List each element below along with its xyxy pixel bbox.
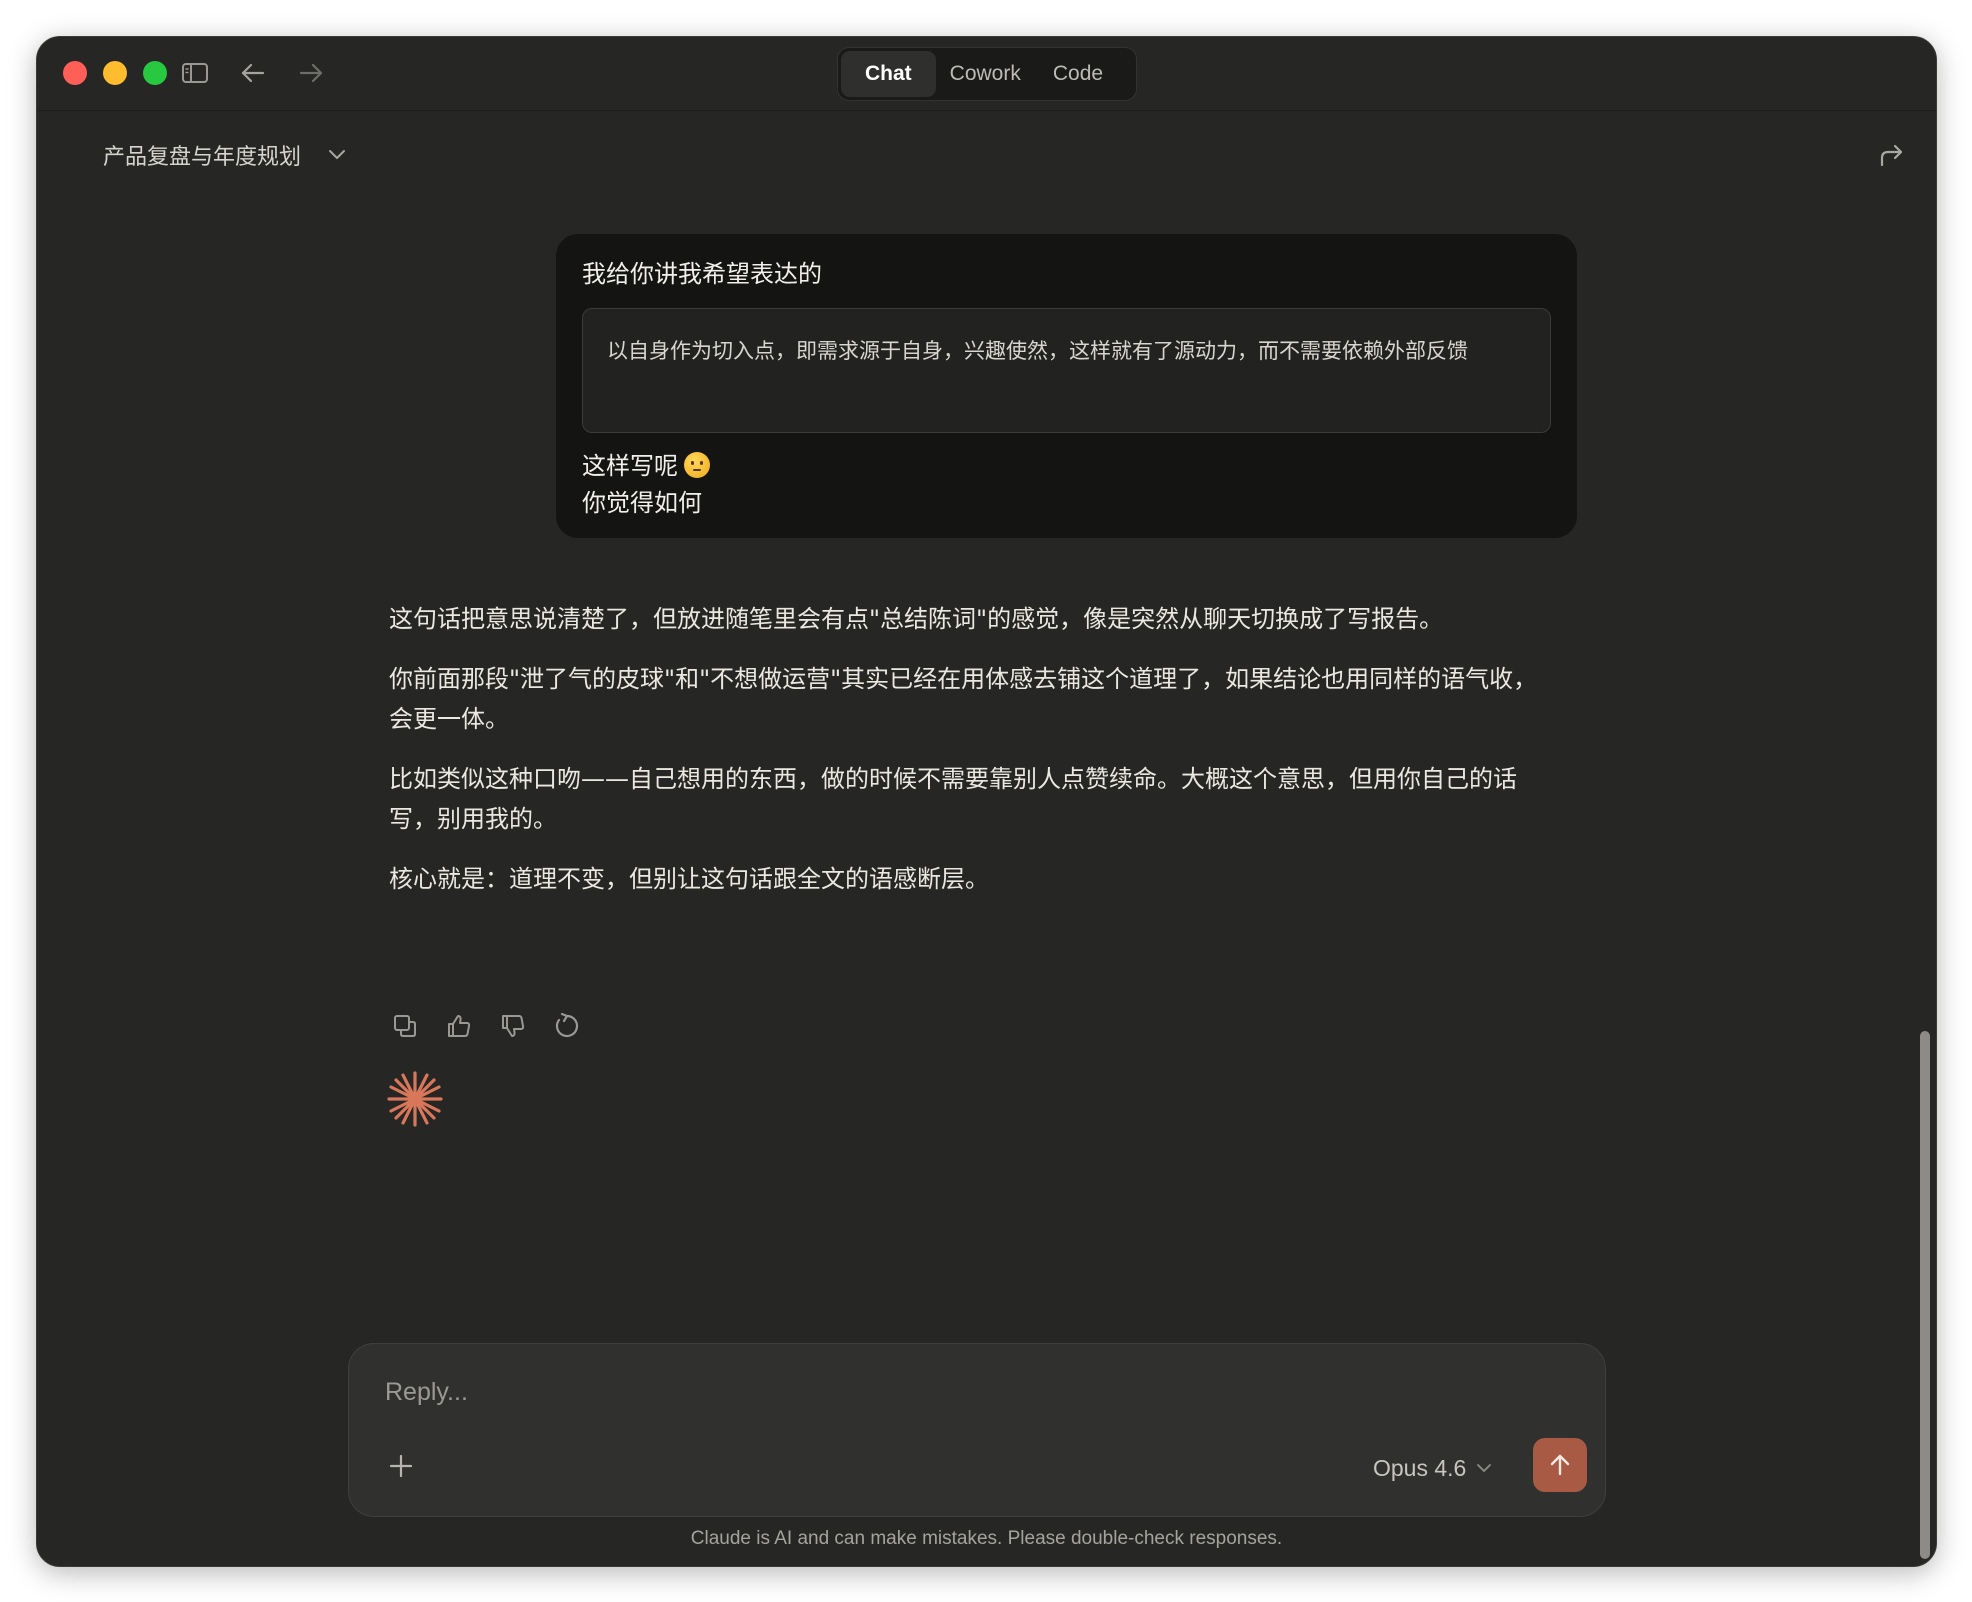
claude-spark-icon <box>385 1069 445 1129</box>
reply-input[interactable] <box>383 1370 1483 1414</box>
send-button[interactable] <box>1533 1438 1587 1492</box>
copy-icon[interactable] <box>385 1006 425 1046</box>
assistant-paragraph: 比如类似这种口吻——自己想用的东西，做的时候不需要靠别人点赞续命。大概这个意思，… <box>389 765 1517 833</box>
user-message-line: 这样写呢 <box>582 448 1551 485</box>
message-actions <box>385 1006 587 1046</box>
model-label: Opus 4.6 <box>1373 1454 1467 1481</box>
thinking-face-emoji <box>684 452 710 478</box>
chevron-down-icon <box>327 148 347 162</box>
share-icon[interactable] <box>1872 135 1912 175</box>
tab-code[interactable]: Code <box>1035 51 1123 97</box>
scrollbar[interactable] <box>1920 1031 1930 1559</box>
mode-switcher: Chat Cowork Code <box>837 47 1137 101</box>
assistant-paragraph: 核心就是：道理不变，但别让这句话跟全文的语感断层。 <box>389 865 989 893</box>
user-message: 我给你讲我希望表达的 以自身作为切入点，即需求源于自身，兴趣使然，这样就有了源动… <box>556 234 1577 538</box>
disclaimer-text: Claude is AI and can make mistakes. Plea… <box>690 1528 1283 1549</box>
assistant-message: 这句话把意思说清楚了，但放进随笔里会有点"总结陈词"的感觉，像是突然从聊天切换成… <box>389 599 1549 919</box>
assistant-paragraph: 这句话把意思说清楚了，但放进随笔里会有点"总结陈词"的感觉，像是突然从聊天切换成… <box>389 605 1444 633</box>
conversation-title-dropdown[interactable]: 产品复盘与年度规划 <box>103 133 347 177</box>
model-selector[interactable]: Opus 4.6 <box>1373 1448 1492 1488</box>
arrow-up-icon <box>1550 1454 1570 1476</box>
quoted-text-block: 以自身作为切入点，即需求源于自身，兴趣使然，这样就有了源动力，而不需要依赖外部反… <box>582 308 1551 433</box>
close-window-button[interactable] <box>63 61 87 85</box>
thumbs-up-icon[interactable] <box>439 1006 479 1046</box>
sidebar-toggle-icon[interactable] <box>177 55 213 91</box>
reply-composer: Opus 4.6 <box>348 1343 1606 1517</box>
user-message-line2: 你觉得如何 <box>582 489 702 517</box>
assistant-paragraph: 你前面那段"泄了气的皮球"和"不想做运营"其实已经在用体感去铺这个道理了，如果结… <box>389 665 1538 733</box>
app-window: Chat Cowork Code 产品复盘与年度规划 我给你讲我希望表达的 以自… <box>36 36 1937 1567</box>
retry-icon[interactable] <box>547 1006 587 1046</box>
maximize-window-button[interactable] <box>143 61 167 85</box>
arrow-left-icon[interactable] <box>235 55 271 91</box>
user-message-intro: 我给你讲我希望表达的 <box>582 260 822 288</box>
arrow-right-icon[interactable] <box>293 55 329 91</box>
minimize-window-button[interactable] <box>103 61 127 85</box>
thumbs-down-icon[interactable] <box>493 1006 533 1046</box>
tab-cowork[interactable]: Cowork <box>936 51 1035 97</box>
tab-chat[interactable]: Chat <box>841 51 936 97</box>
user-message-line1: 这样写呢 <box>582 452 678 480</box>
plus-icon[interactable] <box>383 1448 419 1484</box>
conversation-title: 产品复盘与年度规划 <box>103 145 302 170</box>
chevron-down-icon <box>1476 1462 1492 1474</box>
title-bar: Chat Cowork Code <box>37 37 1936 111</box>
